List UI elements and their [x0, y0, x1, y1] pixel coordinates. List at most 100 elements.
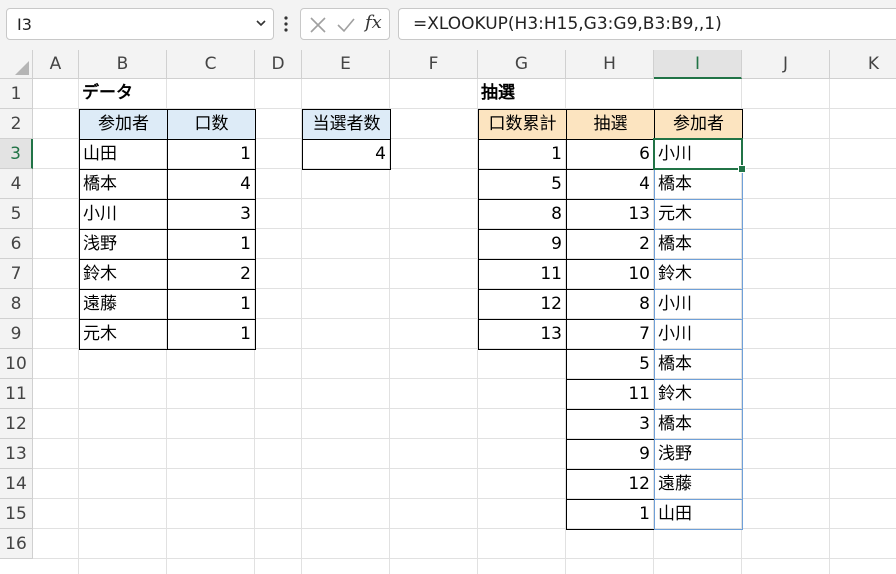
draw-value[interactable]: 8	[566, 289, 655, 320]
row-header-10[interactable]: 10	[0, 349, 33, 379]
row-header-16[interactable]: 16	[0, 529, 33, 559]
draw-value[interactable]: 5	[566, 349, 655, 380]
draw-value[interactable]: 13	[566, 199, 655, 230]
row-header-9[interactable]: 9	[0, 319, 33, 349]
formula-controls: fx	[300, 8, 390, 40]
lottery-result-name[interactable]: 橋本	[654, 229, 743, 260]
participant-units[interactable]: 1	[167, 139, 256, 170]
cumulative-units-value[interactable]: 11	[478, 259, 567, 290]
draw-value[interactable]: 3	[566, 409, 655, 440]
row-header-1[interactable]: 1	[0, 79, 33, 109]
participant-name[interactable]: 鈴木	[79, 259, 168, 290]
lottery-result-name[interactable]: 小川	[654, 139, 743, 170]
lottery-result-name[interactable]: 鈴木	[654, 379, 743, 410]
row-header-12[interactable]: 12	[0, 409, 33, 439]
header-lottery-participant[interactable]: 参加者	[654, 109, 743, 140]
participant-name[interactable]: 元木	[79, 319, 168, 350]
column-header-j[interactable]: J	[742, 50, 830, 79]
header-draw[interactable]: 抽選	[566, 109, 655, 140]
participant-name[interactable]: 橋本	[79, 169, 168, 200]
participant-name[interactable]: 山田	[79, 139, 168, 170]
lottery-result-name[interactable]: 山田	[654, 499, 743, 530]
row-header-4[interactable]: 4	[0, 169, 33, 199]
cumulative-units-value[interactable]: 8	[478, 199, 567, 230]
lottery-result-name[interactable]: 橋本	[654, 169, 743, 200]
participant-units[interactable]: 4	[167, 169, 256, 200]
row-header-15[interactable]: 15	[0, 499, 33, 529]
row-header-14[interactable]: 14	[0, 469, 33, 499]
fill-handle[interactable]	[738, 165, 746, 173]
header-cumulative-units[interactable]: 口数累計	[478, 109, 567, 140]
row-header-6[interactable]: 6	[0, 229, 33, 259]
cumulative-units-value[interactable]: 13	[478, 319, 567, 350]
participant-name[interactable]: 遠藤	[79, 289, 168, 320]
column-header-g[interactable]: G	[478, 50, 566, 79]
gridline-horizontal	[33, 498, 896, 499]
participant-name[interactable]: 浅野	[79, 229, 168, 260]
draw-value[interactable]: 11	[566, 379, 655, 410]
column-header-i[interactable]: I	[654, 50, 742, 79]
more-options-icon[interactable]	[282, 12, 290, 36]
lottery-result-name[interactable]: 小川	[654, 319, 743, 350]
insert-function-button[interactable]: fx	[365, 12, 382, 33]
column-header-d[interactable]: D	[255, 50, 302, 79]
column-header-c[interactable]: C	[167, 50, 255, 79]
header-participant[interactable]: 参加者	[79, 109, 168, 140]
lottery-result-name[interactable]: 遠藤	[654, 469, 743, 500]
spreadsheet-grid: A B C D E F G H I J K 1 2 3 4 5 6 7 8 9 10 11 12 13 14 15 16 データ 参加者…	[0, 50, 896, 574]
header-units[interactable]: 口数	[167, 109, 256, 140]
header-winner-count[interactable]: 当選者数	[302, 109, 391, 140]
winner-count-value[interactable]: 4	[302, 139, 391, 170]
cancel-icon[interactable]	[309, 16, 327, 34]
row-header-3[interactable]: 3	[0, 139, 33, 169]
select-all-triangle-icon	[15, 61, 29, 75]
row-header-11[interactable]: 11	[0, 379, 33, 409]
column-header-h[interactable]: H	[566, 50, 654, 79]
lottery-result-name[interactable]: 橋本	[654, 409, 743, 440]
lottery-result-name[interactable]: 浅野	[654, 439, 743, 470]
draw-value[interactable]: 6	[566, 139, 655, 170]
name-box[interactable]: I3	[6, 8, 274, 40]
draw-value[interactable]: 7	[566, 319, 655, 350]
lottery-title[interactable]: 抽選	[478, 79, 567, 110]
lottery-result-name[interactable]: 小川	[654, 289, 743, 320]
data-table-title[interactable]: データ	[79, 79, 168, 110]
draw-value[interactable]: 1	[566, 499, 655, 530]
row-header-13[interactable]: 13	[0, 439, 33, 469]
select-all-corner[interactable]	[0, 50, 33, 79]
column-header-f[interactable]: F	[390, 50, 478, 79]
formula-input[interactable]: =XLOOKUP(H3:H15,G3:G9,B3:B9,,1)	[398, 8, 896, 40]
participant-units[interactable]: 1	[167, 319, 256, 350]
row-header-8[interactable]: 8	[0, 289, 33, 319]
column-header-a[interactable]: A	[33, 50, 79, 79]
lottery-result-name[interactable]: 橋本	[654, 349, 743, 380]
cumulative-units-value[interactable]: 1	[478, 139, 567, 170]
participant-name[interactable]: 小川	[79, 199, 168, 230]
cumulative-units-value[interactable]: 12	[478, 289, 567, 320]
confirm-icon[interactable]	[337, 16, 355, 34]
participant-units[interactable]: 3	[167, 199, 256, 230]
draw-value[interactable]: 10	[566, 259, 655, 290]
lottery-result-name[interactable]: 元木	[654, 199, 743, 230]
gridline-horizontal	[33, 468, 896, 469]
participant-units[interactable]: 2	[167, 259, 256, 290]
draw-value[interactable]: 2	[566, 229, 655, 260]
participant-units[interactable]: 1	[167, 229, 256, 260]
gridline-horizontal	[33, 378, 896, 379]
cumulative-units-value[interactable]: 9	[478, 229, 567, 260]
participant-units[interactable]: 1	[167, 289, 256, 320]
lottery-result-name[interactable]: 鈴木	[654, 259, 743, 290]
column-header-e[interactable]: E	[302, 50, 390, 79]
gridline-horizontal	[33, 408, 896, 409]
gridline-horizontal	[33, 528, 896, 529]
row-header-2[interactable]: 2	[0, 109, 33, 139]
row-header-5[interactable]: 5	[0, 199, 33, 229]
draw-value[interactable]: 9	[566, 439, 655, 470]
chevron-down-icon[interactable]	[255, 17, 267, 29]
cumulative-units-value[interactable]: 5	[478, 169, 567, 200]
row-header-7[interactable]: 7	[0, 259, 33, 289]
column-header-k[interactable]: K	[830, 50, 896, 79]
draw-value[interactable]: 4	[566, 169, 655, 200]
column-header-b[interactable]: B	[79, 50, 167, 79]
draw-value[interactable]: 12	[566, 469, 655, 500]
